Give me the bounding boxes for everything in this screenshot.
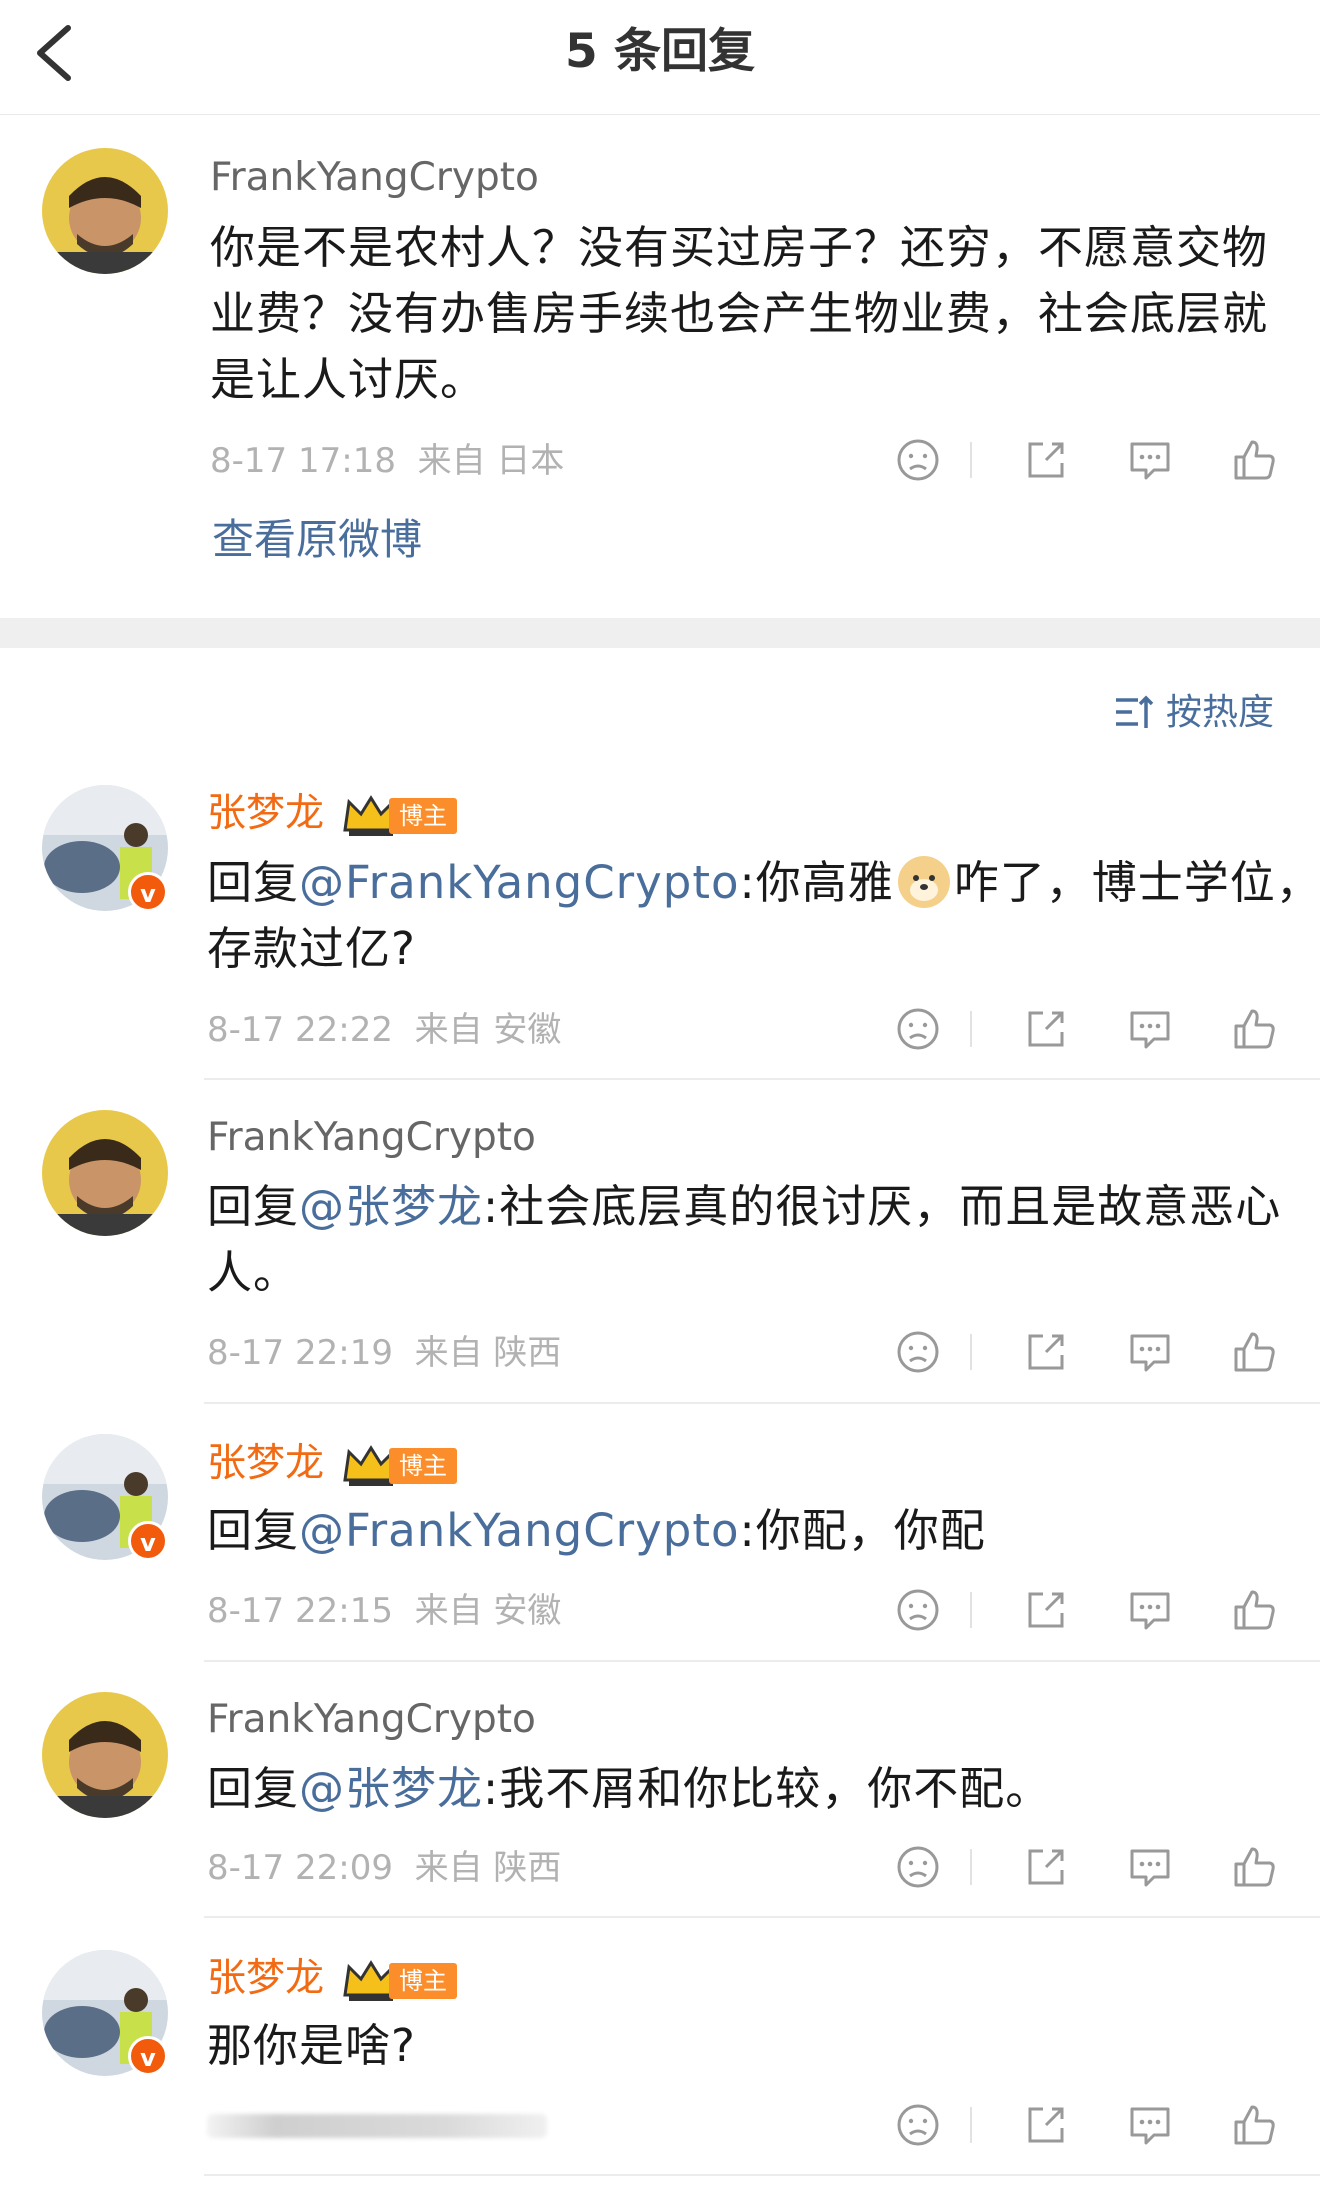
comment-author[interactable]: 张梦龙 bbox=[207, 788, 324, 840]
mention-link[interactable]: @FrankYangCrypto bbox=[299, 856, 740, 909]
comment-location: 来自 安徽 bbox=[414, 1591, 562, 1631]
dislike-icon[interactable] bbox=[888, 999, 948, 1059]
avatar-photo-frank bbox=[42, 1692, 168, 1818]
verified-badge-icon: v bbox=[128, 2036, 168, 2076]
blurred-meta bbox=[207, 2114, 547, 2138]
view-original-link[interactable]: 查看原微博 bbox=[212, 512, 422, 568]
share-icon[interactable] bbox=[1016, 430, 1076, 490]
divider bbox=[970, 1011, 972, 1047]
dislike-icon[interactable] bbox=[888, 430, 948, 490]
comment-meta: 8-17 22:22 来自 安徽 bbox=[207, 1007, 561, 1053]
comment-icon[interactable] bbox=[1120, 1322, 1180, 1382]
comment-icon[interactable] bbox=[1120, 430, 1180, 490]
share-icon[interactable] bbox=[1016, 999, 1076, 1059]
mention-link[interactable]: @张梦龙 bbox=[299, 1762, 483, 1815]
comment-actions bbox=[888, 1322, 1288, 1382]
like-icon[interactable] bbox=[1224, 999, 1284, 1059]
share-icon[interactable] bbox=[1016, 1322, 1076, 1382]
comment-icon[interactable] bbox=[1120, 1837, 1180, 1897]
blogger-tag: 博主 bbox=[389, 1963, 457, 1999]
comment-time: 8-17 22:22 bbox=[207, 1010, 393, 1050]
divider bbox=[204, 1660, 1320, 1662]
mention-link[interactable]: @张梦龙 bbox=[299, 1180, 483, 1233]
comment-actions bbox=[888, 1580, 1288, 1640]
comment-actions bbox=[888, 1837, 1288, 1897]
divider bbox=[970, 1592, 972, 1628]
divider bbox=[970, 1849, 972, 1885]
like-icon[interactable] bbox=[1224, 430, 1284, 490]
dislike-icon[interactable] bbox=[888, 2095, 948, 2155]
like-icon[interactable] bbox=[1224, 1580, 1284, 1640]
reply-text: 回复@FrankYangCrypto:你高雅 咋了，博士学位， bbox=[207, 856, 1320, 909]
share-icon[interactable] bbox=[1016, 1580, 1076, 1640]
reply-text: 回复@FrankYangCrypto:你配，你配 bbox=[207, 1504, 986, 1557]
blogger-tag: 博主 bbox=[389, 1448, 457, 1484]
comment-actions bbox=[888, 430, 1288, 490]
comment-location: 来自 日本 bbox=[417, 441, 565, 481]
divider bbox=[970, 442, 972, 478]
divider bbox=[204, 1078, 1320, 1080]
like-icon[interactable] bbox=[1224, 2095, 1284, 2155]
avatar[interactable] bbox=[42, 1692, 168, 1818]
comment-meta: 8-17 22:19 来自 陕西 bbox=[207, 1330, 561, 1376]
divider bbox=[204, 1402, 1320, 1404]
comment-location: 来自 安徽 bbox=[414, 1010, 562, 1050]
comment-icon[interactable] bbox=[1120, 999, 1180, 1059]
like-icon[interactable] bbox=[1224, 1837, 1284, 1897]
divider bbox=[970, 2107, 972, 2143]
sort-button[interactable]: 按热度 bbox=[1166, 688, 1274, 738]
comment-text: 是让人讨厌。 bbox=[210, 353, 487, 406]
verified-badge-icon: v bbox=[128, 1521, 168, 1561]
dislike-icon[interactable] bbox=[888, 1322, 948, 1382]
divider bbox=[970, 1334, 972, 1370]
sort-icon[interactable] bbox=[1114, 690, 1154, 734]
dislike-icon[interactable] bbox=[888, 1837, 948, 1897]
reply-text: 存款过亿? bbox=[207, 922, 416, 975]
section-divider bbox=[0, 618, 1320, 648]
comment-author[interactable]: FrankYangCrypto bbox=[207, 1694, 536, 1746]
comment-time: 8-17 22:15 bbox=[207, 1591, 393, 1631]
dislike-icon[interactable] bbox=[888, 1580, 948, 1640]
mention-link[interactable]: @FrankYangCrypto bbox=[299, 1504, 740, 1557]
reply-text: 那你是啥? bbox=[207, 2019, 416, 2072]
avatar[interactable] bbox=[42, 148, 168, 274]
verified-badge-icon: v bbox=[128, 872, 168, 912]
comment-actions bbox=[888, 999, 1288, 1059]
comment-text: 业费？没有办售房手续也会产生物业费，社会底层就 bbox=[210, 287, 1269, 340]
share-icon[interactable] bbox=[1016, 2095, 1076, 2155]
comment-author[interactable]: FrankYangCrypto bbox=[210, 152, 539, 204]
share-icon[interactable] bbox=[1016, 1837, 1076, 1897]
blogger-tag: 博主 bbox=[389, 798, 457, 834]
avatar-photo-frank bbox=[42, 1110, 168, 1236]
reply-text: 人。 bbox=[207, 1246, 300, 1299]
comment-meta: 8-17 17:18 来自 日本 bbox=[210, 438, 564, 484]
comment-author[interactable]: FrankYangCrypto bbox=[207, 1112, 536, 1164]
reply-text: 回复@张梦龙:社会底层真的很讨厌，而且是故意恶心 bbox=[207, 1180, 1282, 1233]
reply-text: 回复@张梦龙:我不屑和你比较，你不配。 bbox=[207, 1762, 1052, 1815]
like-icon[interactable] bbox=[1224, 1322, 1284, 1382]
comment-icon[interactable] bbox=[1120, 1580, 1180, 1640]
comment-author[interactable]: 张梦龙 bbox=[207, 1953, 324, 2005]
comment-time: 8-17 22:19 bbox=[207, 1333, 393, 1373]
page-title: 5 条回复 bbox=[564, 24, 756, 79]
doge-emoji-icon bbox=[897, 856, 950, 908]
avatar-photo-frank bbox=[42, 148, 168, 274]
comment-time: 8-17 17:18 bbox=[210, 441, 396, 481]
divider bbox=[204, 1916, 1320, 1918]
comment-author[interactable]: 张梦龙 bbox=[207, 1438, 324, 1490]
comment-meta: 8-17 22:09 来自 陕西 bbox=[207, 1845, 561, 1891]
comment-time: 8-17 22:09 bbox=[207, 1848, 393, 1888]
comment-actions bbox=[888, 2095, 1288, 2155]
comment-text: 你是不是农村人？没有买过房子？还穷，不愿意交物 bbox=[210, 221, 1269, 274]
divider bbox=[204, 2174, 1320, 2176]
comment-icon[interactable] bbox=[1120, 2095, 1180, 2155]
comment-meta: 8-17 22:15 来自 安徽 bbox=[207, 1588, 561, 1634]
avatar[interactable] bbox=[42, 1110, 168, 1236]
comment-location: 来自 陕西 bbox=[414, 1333, 562, 1373]
comment-location: 来自 陕西 bbox=[414, 1848, 562, 1888]
